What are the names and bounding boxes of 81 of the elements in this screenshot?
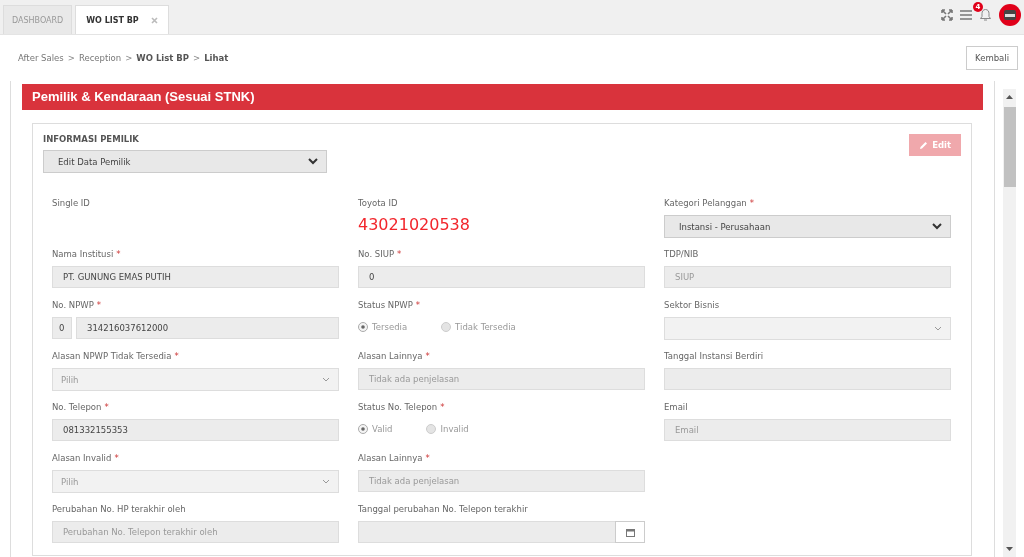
field-label: Alasan NPWP Tidak Tersedia [52, 351, 172, 361]
input-field[interactable]: PT. GUNUNG EMAS PUTIH [52, 266, 339, 288]
pencil-icon [919, 140, 929, 150]
radio-label[interactable]: Invalid [440, 424, 469, 434]
required-mark: * [425, 453, 430, 463]
field-label: Status No. Telepon [358, 402, 438, 412]
required-mark: * [440, 402, 445, 412]
radio-button[interactable] [358, 322, 368, 332]
input-field[interactable]: 0 [358, 266, 645, 288]
field-label: Single ID [52, 198, 90, 208]
breadcrumb-separator: > [193, 53, 201, 63]
required-mark: * [415, 300, 421, 310]
avatar-icon[interactable] [999, 3, 1021, 26]
tab[interactable]: DASHBOARD [3, 5, 73, 34]
back-button[interactable]: Kembali [966, 46, 1018, 70]
date-field[interactable] [358, 521, 615, 543]
radio-label[interactable]: Tidak Tersedia [455, 322, 516, 332]
tab[interactable]: WO LIST BP [75, 5, 169, 34]
radio-button[interactable] [358, 424, 368, 434]
scrollbar-thumb[interactable] [1003, 107, 1016, 187]
field-label: Toyota ID [358, 198, 398, 208]
select-field[interactable]: Instansi - Perusahaan [664, 215, 951, 238]
toyota-id-value: 43021020538 [358, 215, 471, 234]
required-mark: * [96, 300, 102, 310]
input-field[interactable]: SIUP [664, 266, 951, 288]
required-mark: * [104, 402, 109, 412]
field-label: Perubahan No. HP terakhir oleh [52, 504, 186, 514]
breadcrumb-link[interactable]: Reception [78, 53, 122, 63]
input-field[interactable]: Email [664, 419, 951, 441]
field-label: TDP/NIB [664, 249, 699, 259]
chevron-icon [322, 479, 330, 484]
calendar-icon [625, 527, 635, 537]
close-icon[interactable] [150, 16, 158, 24]
chevron-icon [934, 326, 942, 331]
radio-button[interactable] [426, 424, 437, 434]
section-header: Pemilik & Kendaraan (Sesuai STNK) [22, 84, 983, 110]
field-label: Kategori Pelanggan [664, 198, 747, 208]
field-label: Alasan Invalid [52, 453, 112, 463]
breadcrumb-link[interactable]: WO List BP [136, 53, 190, 63]
owner-select[interactable]: Edit Data Pemilik [43, 150, 327, 173]
input-field[interactable] [664, 368, 951, 390]
field-label: Nama Institusi [52, 249, 114, 259]
chevron-icon [322, 377, 330, 382]
required-mark: * [116, 249, 121, 259]
required-mark: * [397, 249, 402, 259]
section-label: INFORMASI PEMILIK [43, 134, 140, 144]
field-label: No. NPWP [52, 300, 94, 310]
field-label: No. SIUP [358, 249, 395, 259]
field-label: Alasan Lainnya [358, 351, 423, 361]
radio-label[interactable]: Tersedia [372, 322, 408, 332]
input-field[interactable]: Tidak ada penjelasan [358, 470, 645, 492]
required-mark: * [749, 198, 754, 208]
calendar-button[interactable] [615, 521, 645, 543]
field-label: Status NPWP [358, 300, 413, 310]
input-field[interactable]: Tidak ada penjelasan [358, 368, 645, 390]
breadcrumb-link[interactable]: After Sales [18, 53, 64, 63]
field-label: Tanggal perubahan No. Telepon terakhir [358, 504, 528, 514]
input-field[interactable]: 081332155353 [52, 419, 339, 441]
chevron-icon [308, 158, 318, 165]
scroll-down-icon[interactable] [1006, 547, 1013, 551]
field-label: Sektor Bisnis [664, 300, 720, 310]
bell-icon[interactable] [979, 7, 992, 22]
field-label: Tanggal Instansi Berdiri [664, 351, 764, 361]
required-mark: * [174, 351, 179, 361]
radio-button[interactable] [441, 322, 452, 332]
fullscreen-icon[interactable] [941, 8, 953, 21]
menu-icon[interactable] [960, 9, 972, 20]
field-label: Alasan Lainnya [358, 453, 423, 463]
breadcrumb-separator: > [125, 53, 133, 63]
input-field[interactable]: Perubahan No. Telepon terakhir oleh [52, 521, 339, 543]
field-label: No. Telepon [52, 402, 102, 412]
npwp-number-field[interactable]: 314216037612000 [76, 317, 339, 339]
breadcrumb-separator: > [67, 53, 75, 63]
field-label: Email [664, 402, 688, 412]
npwp-prefix-field[interactable]: 0 [52, 317, 72, 339]
chevron-icon [932, 223, 942, 230]
required-mark: * [114, 453, 119, 463]
scroll-up-icon[interactable] [1006, 95, 1013, 99]
scrollbar[interactable] [1003, 89, 1016, 557]
radio-label[interactable]: Valid [372, 424, 393, 434]
required-mark: * [425, 351, 430, 361]
